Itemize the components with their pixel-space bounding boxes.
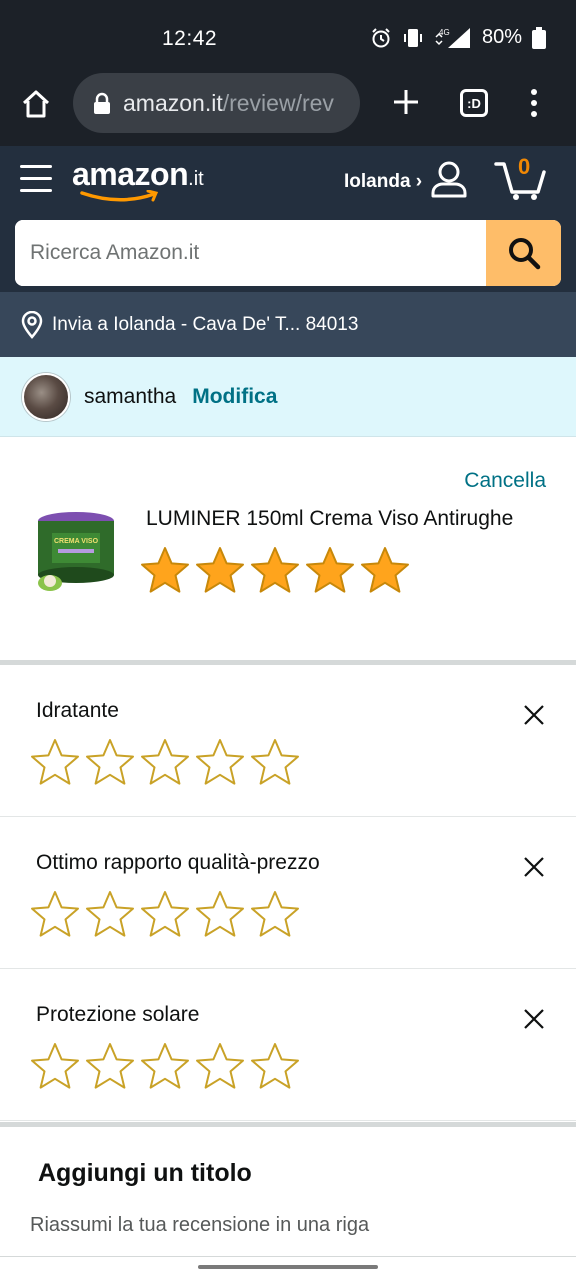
product-image: CREMA VISO <box>38 512 114 591</box>
battery-percent: 80% <box>481 26 522 48</box>
star-filled-icon[interactable] <box>195 545 245 595</box>
attribute-row: Idratante <box>0 665 576 817</box>
close-icon[interactable] <box>522 855 546 879</box>
address-url: amazon.it/review/rev <box>123 90 334 117</box>
account-link[interactable]: Iolanda › <box>344 171 422 193</box>
star-empty-icon[interactable] <box>30 1041 80 1091</box>
input-underline <box>0 1256 576 1257</box>
attribute-label: Protezione solare <box>36 1003 200 1026</box>
attribute-star-rating[interactable] <box>30 889 300 939</box>
star-empty-icon[interactable] <box>250 889 300 939</box>
browser-toolbar: amazon.it/review/rev :D <box>0 72 576 146</box>
reviewer-profile-bar: samantha Modifica <box>0 357 576 437</box>
overall-star-rating[interactable] <box>140 545 410 595</box>
hamburger-menu-icon[interactable] <box>20 165 52 193</box>
star-empty-icon[interactable] <box>85 1041 135 1091</box>
review-title-section: Aggiungi un titolo <box>0 1127 576 1260</box>
attribute-label: Ottimo rapporto qualità-prezzo <box>36 851 320 874</box>
star-empty-icon[interactable] <box>85 889 135 939</box>
product-rating-section: Cancella CREMA VISO LUMINER 150ml Crema … <box>0 437 576 661</box>
attribute-row: Ottimo rapporto qualità-prezzo <box>0 817 576 969</box>
alarm-icon <box>372 27 390 47</box>
star-empty-icon[interactable] <box>195 1041 245 1091</box>
star-empty-icon[interactable] <box>250 1041 300 1091</box>
amazon-header: amazon.it Iolanda › 0 <box>0 146 576 292</box>
tabs-icon[interactable]: :D <box>460 89 488 117</box>
cart-count: 0 <box>518 154 531 179</box>
home-icon[interactable] <box>20 88 52 120</box>
url-path: /review/rev <box>222 89 334 116</box>
amazon-logo[interactable]: amazon.it <box>72 156 204 202</box>
attribute-star-rating[interactable] <box>30 1041 300 1091</box>
search-icon <box>508 238 540 270</box>
search-bar <box>15 220 561 286</box>
status-bar: 12:42 4G 80% <box>0 0 576 72</box>
star-empty-icon[interactable] <box>250 737 300 787</box>
lock-icon <box>94 92 110 114</box>
close-icon[interactable] <box>522 703 546 727</box>
review-title-input[interactable] <box>30 1207 540 1243</box>
star-empty-icon[interactable] <box>30 737 80 787</box>
attribute-star-rating[interactable] <box>30 737 300 787</box>
more-vert-icon[interactable] <box>528 88 540 118</box>
review-title-heading: Aggiungi un titolo <box>38 1159 252 1187</box>
user-icon[interactable] <box>430 160 468 198</box>
star-empty-icon[interactable] <box>85 737 135 787</box>
gesture-handle[interactable] <box>198 1265 378 1269</box>
search-input[interactable] <box>15 220 487 286</box>
close-icon[interactable] <box>522 1007 546 1031</box>
battery-icon <box>532 26 546 49</box>
star-empty-icon[interactable] <box>140 889 190 939</box>
delivery-text: Invia a Iolanda - Cava De' T... 84013 <box>52 313 359 335</box>
star-empty-icon[interactable] <box>195 737 245 787</box>
url-host: amazon.it <box>123 89 223 116</box>
star-empty-icon[interactable] <box>140 1041 190 1091</box>
product-image-caption: CREMA VISO <box>54 538 99 545</box>
delivery-location-bar[interactable]: Invia a Iolanda - Cava De' T... 84013 <box>0 292 576 357</box>
plus-icon[interactable] <box>392 88 420 116</box>
cancel-link[interactable]: Cancella <box>464 469 546 493</box>
logo-smile-icon <box>80 190 159 202</box>
vibrate-icon <box>403 28 422 47</box>
attribute-label: Idratante <box>36 699 119 722</box>
star-empty-icon[interactable] <box>30 889 80 939</box>
avatar <box>22 372 70 421</box>
product-title: LUMINER 150ml Crema Viso Antirughe <box>146 507 514 530</box>
star-empty-icon[interactable] <box>195 889 245 939</box>
star-filled-icon[interactable] <box>360 545 410 595</box>
location-pin-icon <box>21 310 43 339</box>
attribute-row: Protezione solare <box>0 969 576 1121</box>
address-bar[interactable]: amazon.it/review/rev <box>73 73 360 133</box>
star-filled-icon[interactable] <box>250 545 300 595</box>
signal-4g-icon: 4G <box>435 27 470 48</box>
edit-profile-link[interactable]: Modifica <box>192 385 277 409</box>
logo-tld: .it <box>188 168 204 190</box>
star-empty-icon[interactable] <box>140 737 190 787</box>
system-nav-bar <box>0 1260 576 1280</box>
logo-word: amazon <box>72 156 189 192</box>
star-filled-icon[interactable] <box>140 545 190 595</box>
star-filled-icon[interactable] <box>305 545 355 595</box>
status-icons: 4G 80% <box>370 26 546 49</box>
reviewer-name: samantha <box>84 384 177 408</box>
status-time: 12:42 <box>162 27 218 50</box>
search-button[interactable] <box>486 220 561 286</box>
